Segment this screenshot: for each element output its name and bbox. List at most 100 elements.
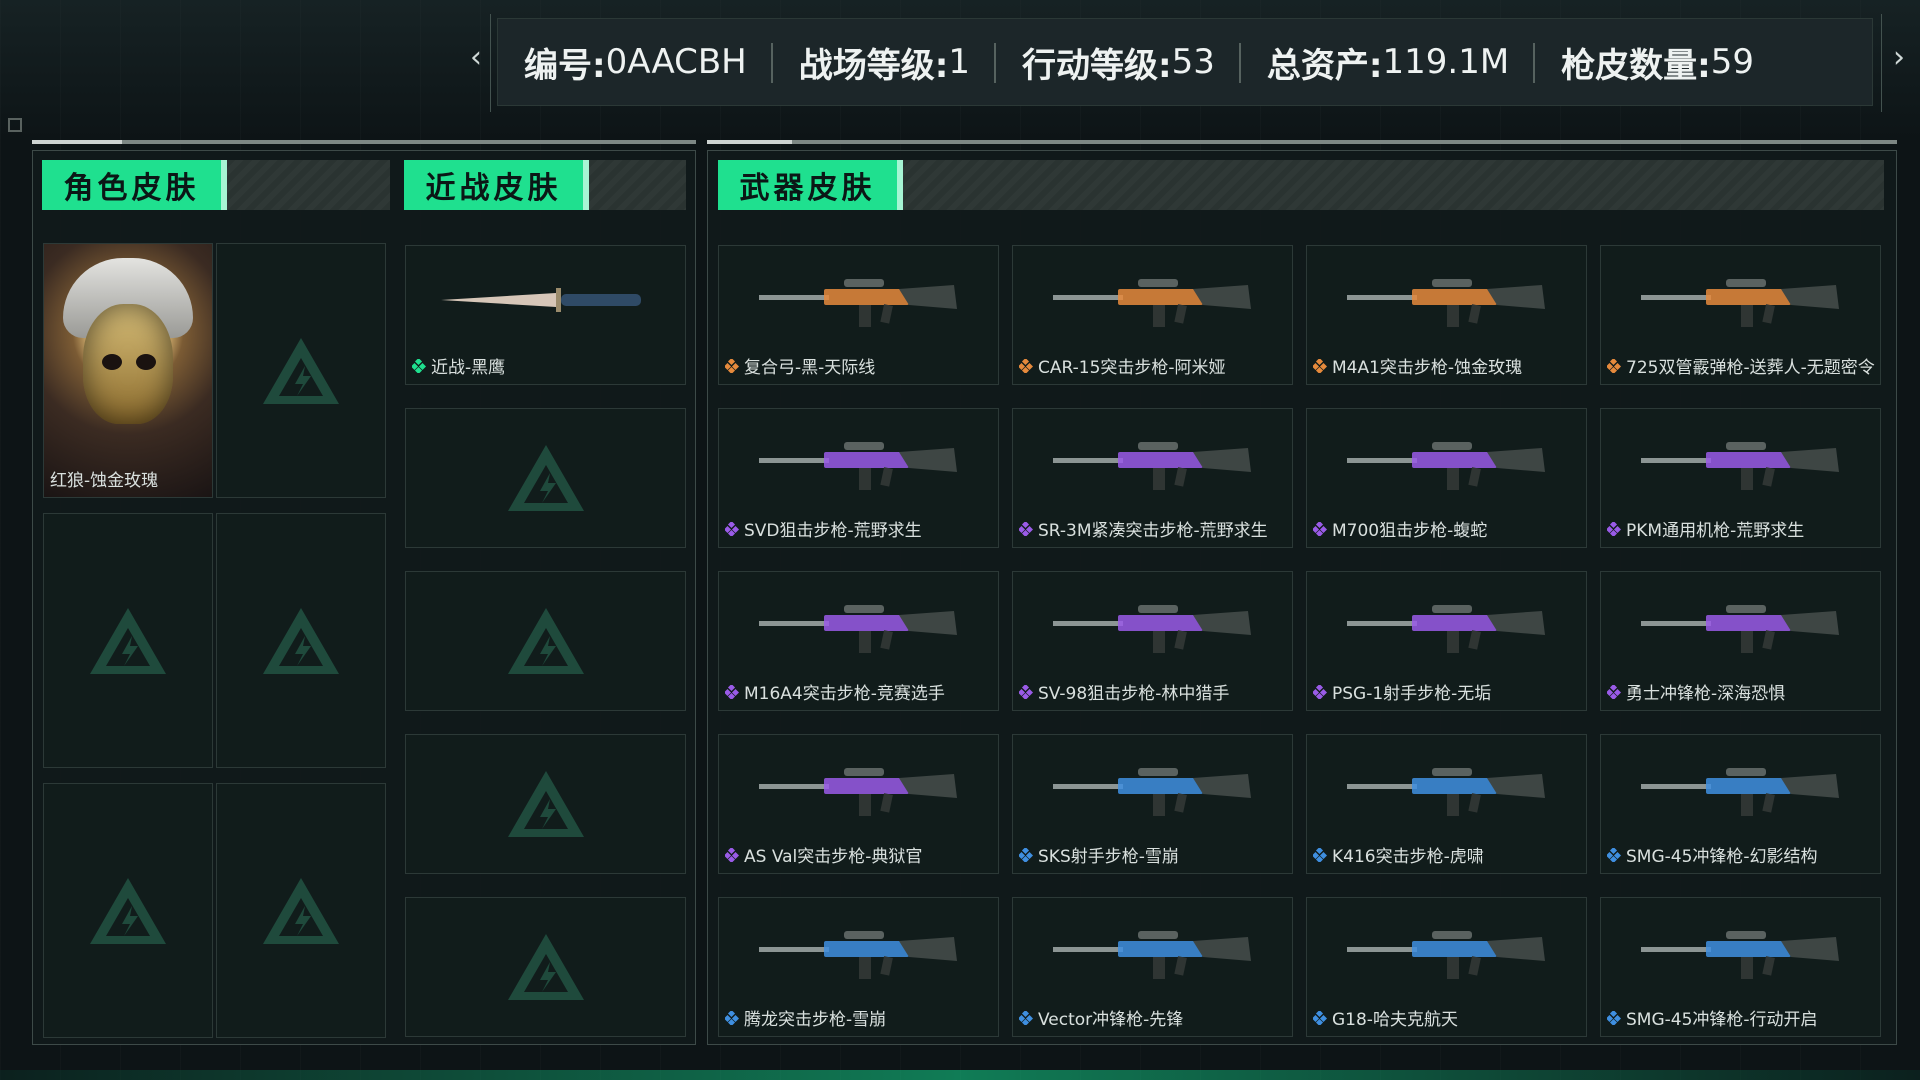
weapon-slot[interactable]: SKS射手步枪-雪崩: [1012, 734, 1293, 874]
skin-thumbnail: [719, 898, 998, 1006]
weapon-image: [1640, 442, 1839, 490]
rarity-icon: [1313, 1010, 1327, 1025]
character-slot[interactable]: [216, 783, 386, 1038]
character-slot[interactable]: 红狼-蚀金玫瑰: [43, 243, 213, 498]
rarity-icon: [725, 684, 739, 699]
stat-value: 1: [948, 42, 970, 82]
weapon-slot[interactable]: SVD狙击步枪-荒野求生: [718, 408, 999, 548]
weapon-slot[interactable]: CAR-15突击步枪-阿米娅: [1012, 245, 1293, 385]
skin-name: PKM通用机枪-荒野求生: [1626, 521, 1805, 541]
stat-label: 战场等级:: [798, 45, 949, 86]
skin-name: G18-哈夫克航天: [1332, 1010, 1458, 1030]
skin-name: 复合弓-黑-天际线: [744, 358, 876, 378]
stat-label: 行动等级:: [1022, 45, 1172, 86]
rarity-icon: [1019, 358, 1033, 373]
skin-name-label: K416突击步枪-虎啸: [1313, 842, 1484, 867]
skin-name-label: M4A1突击步枪-蚀金玫瑰: [1313, 353, 1522, 378]
rarity-icon: [1607, 847, 1621, 862]
skin-name-label: 红狼-蚀金玫瑰: [50, 466, 158, 491]
skin-thumbnail: [1601, 409, 1880, 517]
weapon-image: [1346, 279, 1545, 327]
melee-slot[interactable]: [405, 571, 686, 711]
weapon-slot[interactable]: 725双管霰弹枪-送葬人-无题密令: [1600, 245, 1881, 385]
skin-name: PSG-1射手步枪-无垢: [1332, 684, 1492, 704]
weapon-slot[interactable]: PSG-1射手步枪-无垢: [1306, 571, 1587, 711]
skin-thumbnail: [406, 246, 685, 354]
weapon-slot[interactable]: 腾龙突击步枪-雪崩: [718, 897, 999, 1037]
character-slot[interactable]: [216, 243, 386, 498]
stat-label: 编号:: [524, 45, 606, 86]
empty-slot-logo-icon: [263, 607, 339, 674]
empty-slot-logo-icon: [90, 877, 166, 944]
chevron-right-icon[interactable]: ›: [1893, 40, 1905, 75]
skin-name: 红狼-蚀金玫瑰: [50, 471, 159, 491]
skin-name: SVD狙击步枪-荒野求生: [744, 521, 922, 541]
skin-thumbnail: [1013, 572, 1292, 680]
weapon-slot[interactable]: K416突击步枪-虎啸: [1306, 734, 1587, 874]
weapon-image: [1052, 442, 1251, 490]
weapon-image: [1052, 931, 1251, 979]
skin-name-label: SMG-45冲锋枪-幻影结构: [1607, 842, 1818, 867]
skin-name: 近战-黑鹰: [431, 358, 506, 378]
melee-slot[interactable]: [405, 408, 686, 548]
skin-name: 腾龙突击步枪-雪崩: [744, 1010, 887, 1030]
character-slot[interactable]: [216, 513, 386, 768]
skin-thumbnail: [719, 572, 998, 680]
weapon-slot[interactable]: PKM通用机枪-荒野求生: [1600, 408, 1881, 548]
skin-name: SMG-45冲锋枪-幻影结构: [1626, 847, 1818, 867]
weapon-slot[interactable]: 复合弓-黑-天际线: [718, 245, 999, 385]
weapon-slot[interactable]: AS Val突击步枪-典狱官: [718, 734, 999, 874]
rarity-icon: [1607, 1010, 1621, 1025]
empty-slot-logo-icon: [263, 877, 339, 944]
melee-slot[interactable]: [405, 897, 686, 1037]
stat-value: 119.1M: [1382, 42, 1510, 82]
weapon-image: [758, 442, 957, 490]
skin-thumbnail: [719, 409, 998, 517]
skin-name: M700狙击步枪-蝮蛇: [1332, 521, 1488, 541]
skin-name: M16A4突击步枪-竞赛选手: [744, 684, 945, 704]
skin-thumbnail: [719, 246, 998, 354]
weapon-image: [1640, 279, 1839, 327]
rarity-icon: [725, 358, 739, 373]
melee-slot[interactable]: 近战-黑鹰: [405, 245, 686, 385]
stat-4: 枪皮数量: 59: [1535, 19, 1780, 105]
skin-name-label: AS Val突击步枪-典狱官: [725, 842, 922, 867]
weapon-slot[interactable]: M16A4突击步枪-竞赛选手: [718, 571, 999, 711]
skin-name-label: M16A4突击步枪-竞赛选手: [725, 679, 945, 704]
weapon-slot[interactable]: SMG-45冲锋枪-幻影结构: [1600, 734, 1881, 874]
weapon-image: [1052, 605, 1251, 653]
weapon-image: [758, 931, 957, 979]
weapon-slot[interactable]: M4A1突击步枪-蚀金玫瑰: [1306, 245, 1587, 385]
corner-square-icon: [8, 118, 22, 132]
chevron-left-icon[interactable]: ‹: [470, 40, 482, 75]
weapon-slot[interactable]: SR-3M紧凑突击步枪-荒野求生: [1012, 408, 1293, 548]
weapon-image: [758, 605, 957, 653]
weapon-slot[interactable]: SV-98狙击步枪-林中猎手: [1012, 571, 1293, 711]
character-slot[interactable]: [43, 513, 213, 768]
skin-name: 725双管霰弹枪-送葬人-无题密令: [1626, 358, 1875, 378]
weapon-image: [1346, 605, 1545, 653]
skin-thumbnail: [1307, 735, 1586, 843]
skin-name: SV-98狙击步枪-林中猎手: [1038, 684, 1230, 704]
weapon-slot[interactable]: 勇士冲锋枪-深海恐惧: [1600, 571, 1881, 711]
stat-label: 总资产:: [1266, 45, 1383, 86]
character-skins-title: 角色皮肤: [42, 160, 227, 210]
weapon-slot[interactable]: M700狙击步枪-蝮蛇: [1306, 408, 1587, 548]
skin-name-label: SR-3M紧凑突击步枪-荒野求生: [1019, 516, 1268, 541]
rarity-icon: [1313, 847, 1327, 862]
skin-thumbnail: [1013, 409, 1292, 517]
skin-name-label: G18-哈夫克航天: [1313, 1005, 1458, 1030]
skin-thumbnail: [1013, 246, 1292, 354]
character-slot[interactable]: [43, 783, 213, 1038]
weapon-skins-title: 武器皮肤: [718, 160, 903, 210]
knife-image: [440, 288, 641, 312]
weapon-slot[interactable]: Vector冲锋枪-先锋: [1012, 897, 1293, 1037]
rarity-icon: [1313, 358, 1327, 373]
skin-thumbnail: [1013, 735, 1292, 843]
melee-slot[interactable]: [405, 734, 686, 874]
weapon-slot[interactable]: G18-哈夫克航天: [1306, 897, 1587, 1037]
empty-slot-logo-icon: [507, 608, 584, 674]
skin-name-label: SVD狙击步枪-荒野求生: [725, 516, 922, 541]
skin-name-label: SV-98狙击步枪-林中猎手: [1019, 679, 1229, 704]
weapon-slot[interactable]: SMG-45冲锋枪-行动开启: [1600, 897, 1881, 1037]
